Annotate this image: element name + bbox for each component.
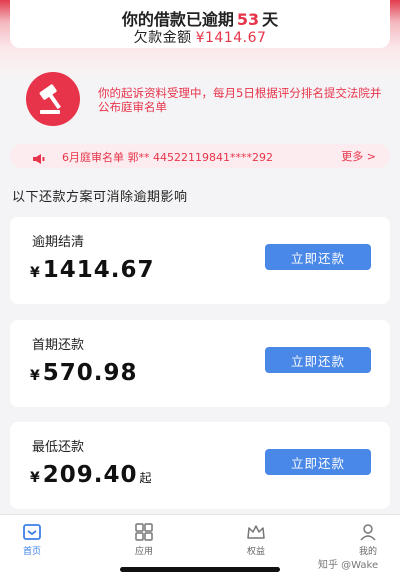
plan-card-first-installment: 首期还款 ¥570.98 立即还款	[10, 320, 390, 407]
tab-label: 首页	[22, 547, 41, 557]
tab-label: 权益	[246, 547, 265, 557]
plan-label: 最低还款	[32, 440, 85, 455]
plan-amount: ¥570.98	[30, 360, 140, 386]
plan-card-minimum-payment: 最低还款 ¥209.40 起 立即还款	[10, 422, 390, 509]
home-indicator	[120, 567, 280, 572]
lawsuit-notice: 你的起诉资料受理中，每月5日根据评分排名提交法院并公布庭审名单	[20, 66, 381, 132]
debt-amount-line: 欠款金额 ¥1414.67	[0, 27, 400, 47]
debt-amount: ¥1414.67	[195, 30, 267, 46]
ticker-text: 6月庭审名单 郭** 44522119841****292	[62, 151, 273, 164]
plan-amount-suffix: 起	[139, 471, 153, 485]
plan-amount-value: 1414.67	[42, 257, 155, 283]
currency-symbol: ¥	[30, 470, 41, 486]
apps-grid-icon	[135, 523, 153, 541]
plan-amount-value: 570.98	[42, 360, 138, 386]
plan-label: 逾期结清	[32, 235, 85, 250]
profile-icon	[360, 524, 376, 541]
more-link[interactable]: 更多 >	[341, 148, 376, 164]
tab-home[interactable]: 首页	[2, 523, 62, 557]
watermark: 知乎 @Wake	[318, 560, 379, 571]
plan-amount: ¥209.40 起	[30, 462, 153, 488]
notice-text: 你的起诉资料受理中，每月5日根据评分排名提交法院并公布庭审名单	[98, 86, 382, 114]
pay-now-button[interactable]: 立即还款	[265, 244, 371, 270]
plan-label: 首期还款	[32, 338, 85, 353]
crown-icon	[247, 525, 265, 539]
currency-symbol: ¥	[30, 368, 41, 384]
tab-apps[interactable]: 应用	[114, 523, 174, 557]
pay-now-button[interactable]: 立即还款	[265, 449, 371, 475]
tab-label: 应用	[134, 547, 153, 557]
tab-profile[interactable]: 我的	[338, 523, 398, 557]
gavel-icon	[26, 72, 80, 126]
home-icon	[23, 524, 41, 540]
plan-card-full-settlement: 逾期结清 ¥1414.67 立即还款	[10, 217, 390, 304]
currency-symbol: ¥	[30, 265, 41, 281]
megaphone-icon	[32, 150, 46, 169]
hearing-list-ticker[interactable]: 6月庭审名单 郭** 44522119841****292 更多 >	[10, 144, 390, 168]
plan-amount: ¥1414.67	[30, 257, 157, 283]
debt-label: 欠款金额	[133, 30, 192, 46]
tab-benefits[interactable]: 权益	[226, 523, 286, 557]
plan-amount-value: 209.40	[42, 462, 138, 488]
section-title: 以下还款方案可消除逾期影响	[12, 190, 188, 205]
pay-now-button[interactable]: 立即还款	[265, 347, 371, 373]
